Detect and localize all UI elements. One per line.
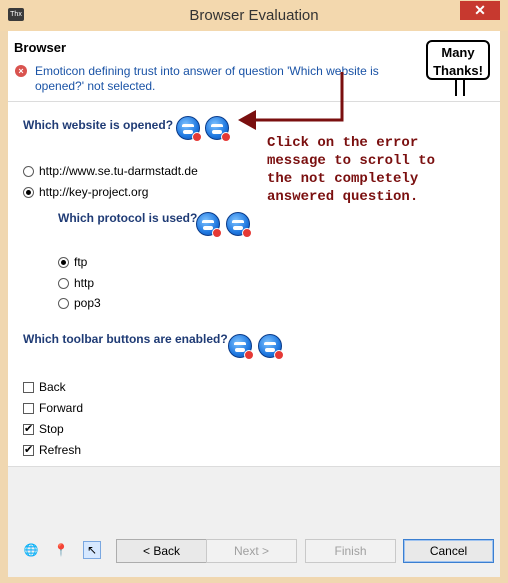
annotation-line-3: the not completely [267, 171, 419, 187]
annotation-line-4: answered question. [267, 189, 419, 205]
annotation-arrow [238, 72, 344, 130]
annotation-line-1: Click on the error [267, 135, 419, 151]
annotation-line-2: message to scroll to [267, 153, 436, 169]
wizard-window: Thx Browser Evaluation ✕ Browser × Emoti… [0, 0, 508, 583]
annotation-text: Click on the error message to scroll to … [267, 134, 487, 206]
